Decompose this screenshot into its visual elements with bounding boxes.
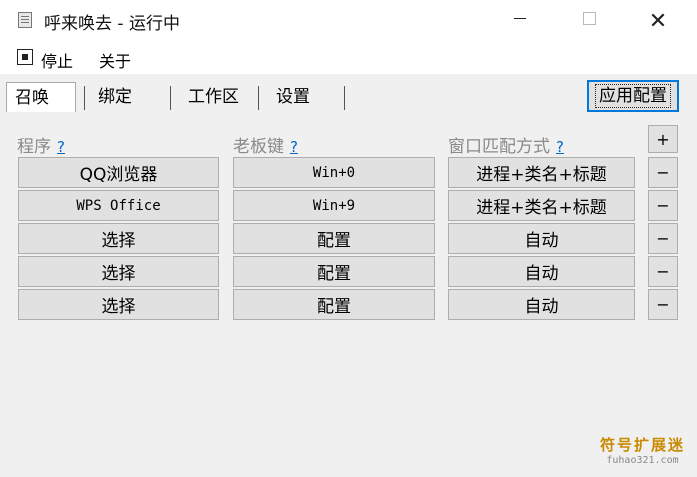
title-bar: 呼来唤去 - 运行中 ✕ [0,0,697,42]
minimize-button[interactable] [497,0,543,42]
remove-row-button[interactable]: − [648,190,678,221]
remove-row-button[interactable]: − [648,157,678,188]
hotkey-help-link[interactable]: ? [290,138,298,156]
tab-divider [170,86,171,110]
program-help-link[interactable]: ? [57,138,65,156]
program-select-button[interactable]: 选择 [18,223,219,254]
menu-stop[interactable]: 停止 [41,48,73,72]
hotkey-config-button[interactable]: Win+0 [233,157,435,188]
hotkey-config-button[interactable]: 配置 [233,256,435,287]
program-select-button[interactable]: QQ浏览器 [18,157,219,188]
minimize-icon [514,17,526,19]
tab-summon[interactable]: 召唤 [6,82,76,112]
tab-settings[interactable]: 设置 [276,82,310,112]
match-help-link[interactable]: ? [556,138,564,156]
column-header-program: 程序? [17,132,65,157]
column-label-hotkey: 老板键 [233,137,284,157]
match-mode-button[interactable]: 自动 [448,256,635,287]
app-document-icon [18,12,32,28]
hotkey-config-button[interactable]: 配置 [233,289,435,320]
column-label-match: 窗口匹配方式 [448,137,550,157]
close-icon: ✕ [648,8,668,34]
stop-square-icon [17,49,33,65]
remove-row-button[interactable]: − [648,256,678,287]
program-select-button[interactable]: 选择 [18,256,219,287]
tab-divider [344,86,345,110]
tab-bind[interactable]: 绑定 [98,82,132,112]
window-title: 呼来唤去 - 运行中 [44,14,180,34]
apply-config-button[interactable]: 应用配置 [587,80,679,112]
remove-row-button[interactable]: − [648,289,678,320]
watermark-url-text: fuhao321.com [606,455,679,466]
add-row-button[interactable]: + [648,125,678,153]
match-mode-button[interactable]: 进程+类名+标题 [448,190,635,221]
maximize-button[interactable] [566,0,612,42]
tab-workspace[interactable]: 工作区 [188,82,239,112]
column-header-hotkey: 老板键? [233,132,298,157]
tab-divider [84,86,85,110]
match-mode-button[interactable]: 进程+类名+标题 [448,157,635,188]
match-mode-button[interactable]: 自动 [448,223,635,254]
apply-config-label: 应用配置 [595,84,671,108]
hotkey-config-button[interactable]: Win+9 [233,190,435,221]
watermark-main-text: 符号扩展迷 [599,436,685,454]
program-select-button[interactable]: WPS Office [18,190,219,221]
tab-divider [258,86,259,110]
close-button[interactable]: ✕ [635,0,681,42]
remove-row-button[interactable]: − [648,223,678,254]
hotkey-config-button[interactable]: 配置 [233,223,435,254]
menu-bar: 停止 关于 [0,42,697,74]
column-label-program: 程序 [17,137,51,157]
program-select-button[interactable]: 选择 [18,289,219,320]
maximize-icon [582,11,596,25]
menu-about[interactable]: 关于 [99,48,131,72]
site-watermark: 符号扩展迷 fuhao321.com [600,438,685,466]
match-mode-button[interactable]: 自动 [448,289,635,320]
column-header-match: 窗口匹配方式? [448,132,564,157]
